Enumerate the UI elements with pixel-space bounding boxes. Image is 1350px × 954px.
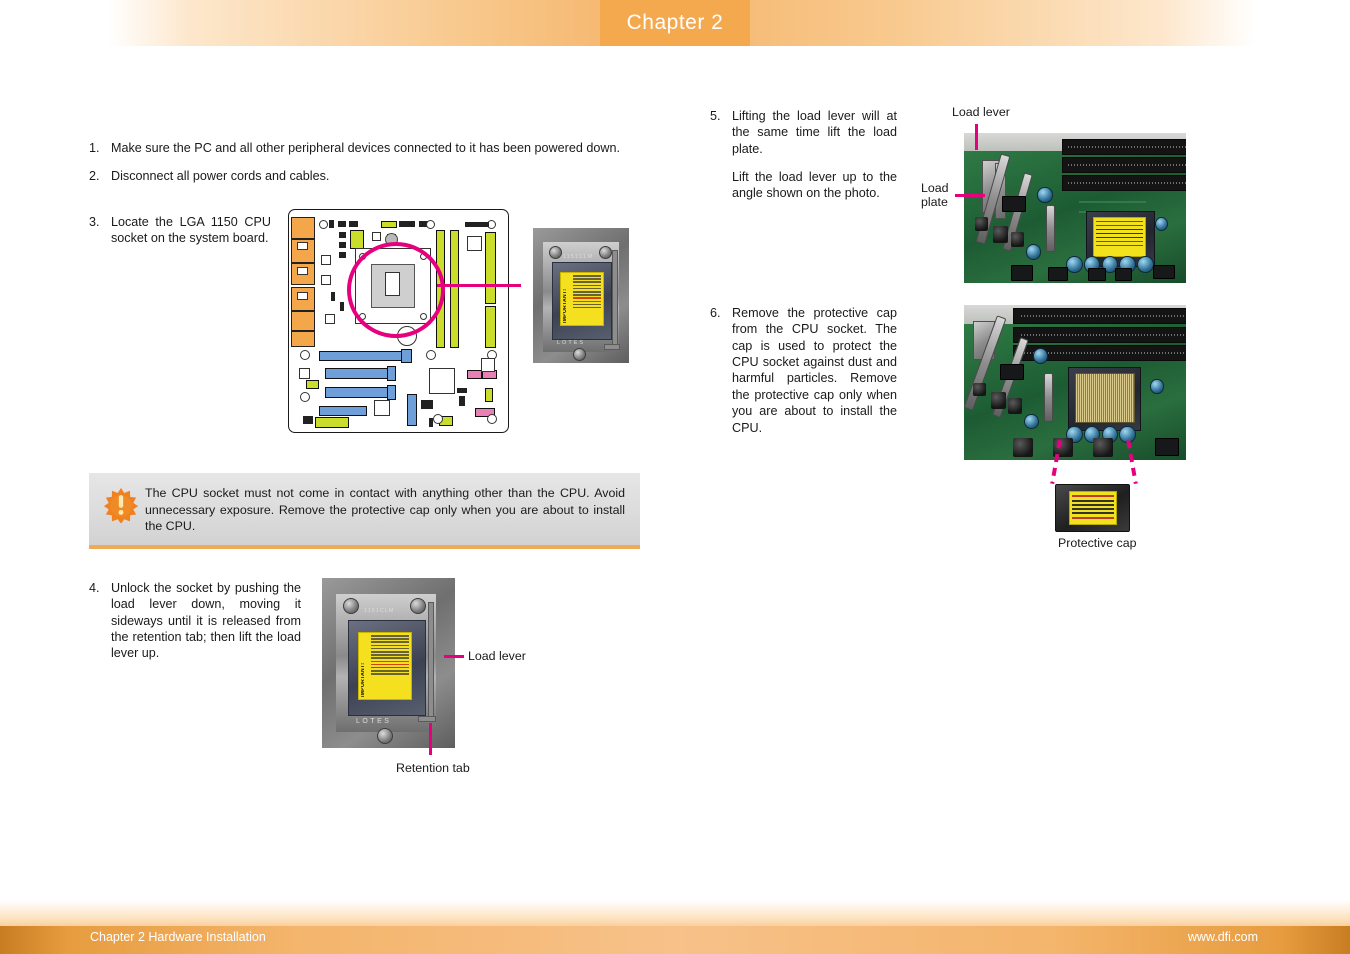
step-5-number: 5. (710, 109, 721, 123)
socket-important-label-step4: IMPORTANT! (361, 662, 366, 697)
motherboard-diagram (288, 209, 509, 433)
socket-code-text: 1151CLM (563, 254, 594, 260)
step-3-text: Locate the LGA 1150 CPU socket on the sy… (111, 215, 271, 246)
step-6-number: 6. (710, 306, 721, 320)
warning-text: The CPU socket must not come in contact … (145, 486, 625, 534)
socket-code-text-step4: 1151CLM (364, 608, 395, 614)
load-lever-callout-line-step5 (975, 124, 978, 150)
step-4-number: 4. (89, 581, 100, 595)
warning-starburst-icon (103, 487, 139, 523)
footer-website-url: www.dfi.com (1187, 930, 1258, 944)
retention-tab-label: Retention tab (396, 761, 470, 775)
cpu-socket-photo-small: IMPORTANT! 1151CLM LOTES (533, 228, 629, 363)
cpu-socket-highlight-circle (347, 242, 445, 338)
step-4-text: Unlock the socket by pushing the load le… (111, 581, 301, 661)
load-plate-label-step5: Load plate (921, 181, 949, 210)
protective-cap-photo (1055, 484, 1130, 532)
load-lever-label: Load lever (468, 649, 526, 663)
socket-important-label: IMPORTANT! (563, 288, 568, 323)
step-3-number: 3. (89, 215, 100, 229)
load-lever-callout-line (444, 655, 464, 658)
warning-box: The CPU socket must not come in contact … (89, 473, 640, 549)
page-footer: Chapter 2 Hardware Installation www.dfi.… (0, 900, 1350, 954)
step-3: 3. Locate the LGA 1150 CPU socket on the… (89, 214, 289, 247)
load-plate-label-line1: Load (921, 181, 949, 195)
step-2: 2. Disconnect all power cords and cables… (89, 168, 649, 184)
right-column: 5. Lifting the load lever will at the sa… (690, 0, 1350, 954)
socket-brand-text-step4: LOTES (356, 718, 392, 725)
socket-brand-text: LOTES (557, 340, 586, 346)
protective-cap-label: Protective cap (1058, 536, 1137, 550)
load-plate-label-line2: plate (921, 194, 948, 209)
load-lever-label-step5: Load lever (952, 105, 1010, 119)
step-2-text: Disconnect all power cords and cables. (111, 169, 330, 183)
step-1-text: Make sure the PC and all other periphera… (111, 141, 620, 155)
left-column: 1. Make sure the PC and all other periph… (0, 0, 690, 954)
step-5-text: Lifting the load lever will at the same … (732, 109, 897, 156)
step-1: 1. Make sure the PC and all other periph… (89, 140, 649, 156)
cpu-socket-photo-step4: IMPORTANT! 1151CLM LOTES (322, 578, 455, 748)
retention-tab-callout-line (429, 723, 432, 755)
step-5-text-2: Lift the load lever up to the angle show… (732, 170, 897, 201)
step-6: 6. Remove the protective cap from the CP… (710, 305, 910, 436)
board-photo-step6 (964, 305, 1186, 460)
step-4: 4. Unlock the socket by pushing the load… (89, 580, 319, 662)
step-2-number: 2. (89, 169, 100, 183)
board-photo-step5 (964, 133, 1186, 283)
step-5: 5. Lifting the load lever will at the sa… (710, 108, 910, 202)
diagram-to-photo-line (437, 284, 521, 287)
step-1-number: 1. (89, 141, 100, 155)
step-6-text: Remove the protective cap from the CPU s… (732, 306, 897, 435)
footer-chapter-text: Chapter 2 Hardware Installation (90, 930, 266, 944)
load-plate-callout-line-step5 (955, 194, 985, 197)
